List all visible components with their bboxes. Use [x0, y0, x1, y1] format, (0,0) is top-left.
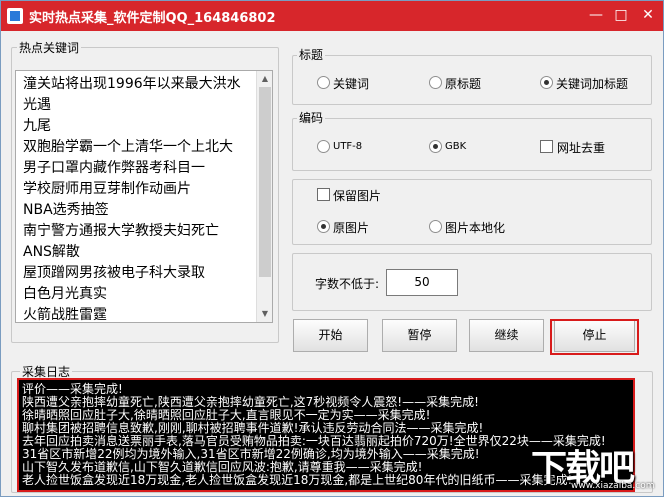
scroll-up-icon[interactable]: ▲ — [257, 71, 272, 87]
title-group-label: 标题 — [297, 46, 326, 63]
log-line: 陕西遭父亲抱摔幼童死亡,陕西遭父亲抱摔幼童死亡,这7秒视频令人震怒!——采集完成… — [22, 395, 479, 409]
radio-encoding-utf8[interactable] — [317, 140, 330, 153]
radio-title-original-label: 原标题 — [445, 77, 482, 91]
log-line: 聊村集团被招聘信息致歉,刚刚,聊村被招聘事件道歉!承认违反劳动合同法——采集完成… — [22, 421, 484, 435]
watermark-logo: 下载吧 www.xiazaiba.com — [527, 437, 663, 495]
list-item[interactable]: 光遇 — [23, 94, 51, 114]
radio-image-original-label: 原图片 — [333, 221, 370, 235]
scroll-thumb[interactable] — [259, 87, 271, 277]
radio-encoding-gbk[interactable] — [429, 140, 442, 153]
list-item[interactable]: 男子口罩内藏作弊器考科目一 — [23, 157, 205, 177]
list-item[interactable]: 白色月光真实 — [23, 283, 107, 303]
radio-title-keyword-plus-title[interactable] — [540, 76, 553, 89]
log-line: 山下智久发布道歉信,山下智久道歉信回应风波:抱歉,请尊重我——采集完成! — [22, 460, 423, 474]
log-line: 老人捡世饭盒发现近18万现金,老人捡世饭盒发现近18万现金,都是上世纪80年代的… — [22, 473, 573, 487]
start-button[interactable]: 开始 — [293, 319, 368, 352]
window-title: 实时热点采集_软件定制QQ_164846802 — [29, 11, 276, 26]
list-item[interactable]: 南宁警方通报大学教授夫妇死亡 — [23, 220, 219, 240]
log-line: 徐晴晒照回应肚子大,徐晴晒照回应肚子大,直言眼见不一定为实——采集完成! — [22, 408, 431, 422]
list-item[interactable]: 潼关站将出现1996年以来最大洪水 — [23, 73, 241, 93]
radio-title-keyword-plus-title-label: 关键词加标题 — [556, 77, 629, 91]
app-window: 实时热点采集_软件定制QQ_164846802 — □ ✕ 热点关键词 潼关站将… — [0, 0, 664, 497]
radio-title-keyword[interactable] — [317, 76, 330, 89]
app-icon — [7, 8, 23, 24]
close-icon[interactable]: ✕ — [637, 4, 659, 26]
list-item[interactable]: 双胞胎学霸一个上清华一个上北大 — [23, 136, 233, 156]
radio-image-original[interactable] — [317, 220, 330, 233]
min-chars-input[interactable]: 50 — [386, 269, 458, 296]
dedupe-checkbox[interactable] — [540, 140, 553, 153]
keyword-list[interactable]: 潼关站将出现1996年以来最大洪水 光遇 九尾 双胞胎学霸一个上清华一个上北大 … — [15, 70, 273, 323]
pause-button[interactable]: 暂停 — [382, 319, 457, 352]
list-item[interactable]: 学校厨师用豆芽制作动画片 — [23, 178, 191, 198]
list-item[interactable]: ANS解散 — [23, 241, 80, 261]
log-line: 31省区市新增22例均为境外输入,31省区市新增22例确诊,均为境外输入——采集… — [22, 447, 480, 461]
list-item[interactable]: 屋顶蹭网男孩被电子科大录取 — [23, 262, 205, 282]
maximize-icon[interactable]: □ — [610, 4, 632, 26]
watermark-url: www.xiazaiba.com — [571, 481, 655, 491]
radio-image-localize-label: 图片本地化 — [445, 221, 506, 235]
radio-title-keyword-label: 关键词 — [333, 77, 370, 91]
list-item[interactable]: NBA选秀抽签 — [23, 199, 109, 219]
continue-button[interactable]: 继续 — [469, 319, 544, 352]
log-line: 评价——采集完成! — [22, 382, 123, 396]
keywords-group-label: 热点关键词 — [17, 39, 82, 56]
keep-images-checkbox[interactable] — [317, 188, 330, 201]
keep-images-checkbox-label: 保留图片 — [333, 189, 382, 203]
list-item[interactable]: 火箭战胜雷霆 — [23, 304, 107, 322]
log-line: 去年回应拍卖消息送票丽手表,落马官员受贿物品拍卖:一块百达翡丽起拍价720万!全… — [22, 434, 606, 448]
min-chars-label: 字数不低于: — [315, 277, 380, 291]
radio-title-original[interactable] — [429, 76, 442, 89]
list-item[interactable]: 九尾 — [23, 115, 51, 135]
radio-image-localize[interactable] — [429, 220, 442, 233]
encoding-group-label: 编码 — [297, 109, 326, 126]
scroll-down-icon[interactable]: ▼ — [257, 306, 272, 322]
stop-button-highlight — [550, 319, 639, 355]
minimize-icon[interactable]: — — [585, 4, 607, 26]
keyword-list-scrollbar[interactable]: ▲ ▼ — [256, 71, 272, 322]
radio-encoding-utf8-label: UTF-8 — [333, 141, 363, 152]
title-bar[interactable]: 实时热点采集_软件定制QQ_164846802 — □ ✕ — [1, 1, 663, 31]
radio-encoding-gbk-label: GBK — [445, 141, 467, 152]
dedupe-checkbox-label: 网址去重 — [557, 141, 606, 155]
